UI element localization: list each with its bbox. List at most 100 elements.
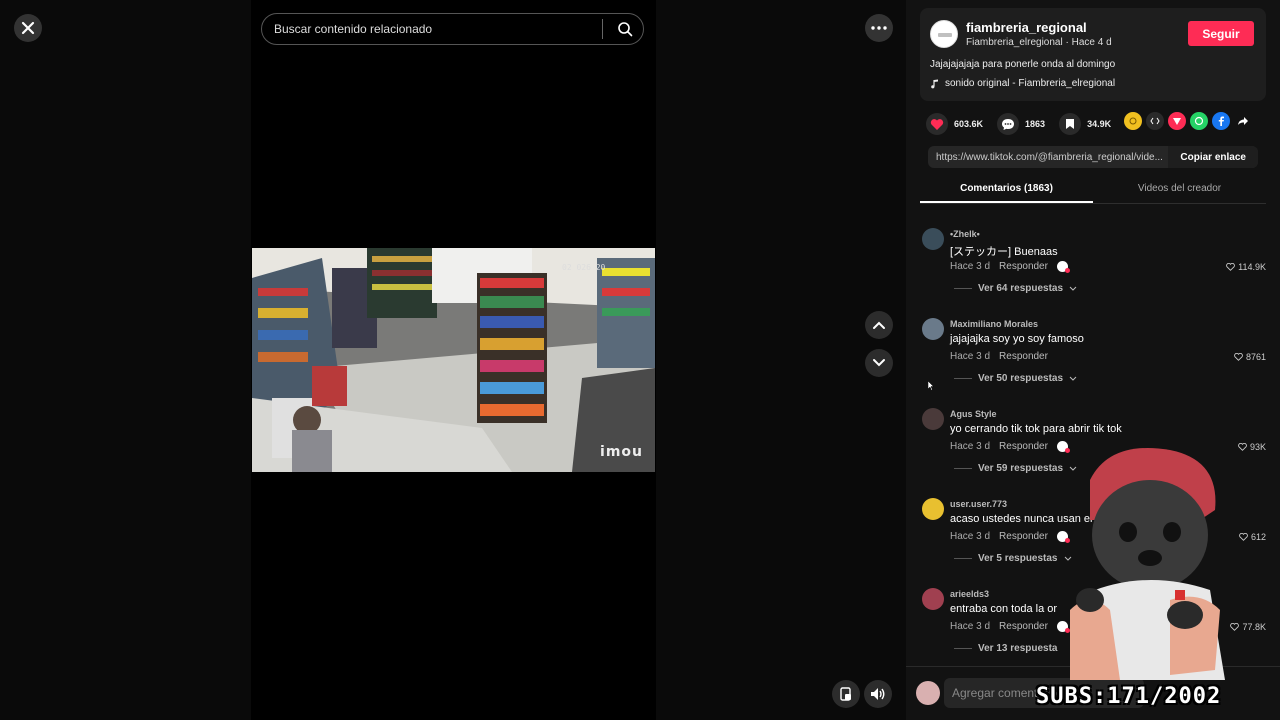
reply-button[interactable]: Responder <box>999 441 1048 452</box>
previous-video-button[interactable] <box>865 311 893 339</box>
app-root: 02 026 20 imou fiambreria_regional Fiamb… <box>0 0 1280 720</box>
copy-link-button[interactable]: Copiar enlace <box>1168 146 1258 168</box>
comment-avatar[interactable] <box>922 318 944 340</box>
comment-text: jajajajka soy yo soy famoso <box>950 333 1084 345</box>
video-player[interactable]: 02 026 20 imou <box>252 248 655 472</box>
comment-like-count: 77.8K <box>1242 622 1266 632</box>
comment-avatar[interactable] <box>922 498 944 520</box>
heart-outline-icon <box>1234 353 1243 361</box>
comment-avatar[interactable] <box>922 228 944 250</box>
heart-icon <box>930 118 944 130</box>
music-note-icon <box>931 79 938 88</box>
replies-divider <box>954 378 972 379</box>
comment-username[interactable]: Agus Style <box>950 409 997 419</box>
reply-button[interactable]: Responder <box>999 261 1048 272</box>
comment-like-count: 93K <box>1249 442 1266 452</box>
facebook-icon <box>1218 116 1224 126</box>
comment-like-count: 8761 <box>1245 352 1266 362</box>
comment-like-button[interactable]: 93K <box>1238 442 1266 452</box>
panel-tabs: Comentarios (1863) Videos del creador <box>920 176 1266 204</box>
comment-text: [ステッカー] Buenaas <box>950 246 1058 258</box>
subs-counter-overlay: SUBS:171/2002 <box>1036 684 1222 709</box>
comment-avatar[interactable] <box>922 588 944 610</box>
replies-divider <box>954 558 972 559</box>
chevron-down-icon <box>1069 286 1077 291</box>
floating-player-icon <box>840 687 851 701</box>
view-replies-label: Ver 5 respuestas <box>978 553 1058 564</box>
more-share-button[interactable] <box>1234 112 1252 130</box>
view-replies-label: Ver 64 respuestas <box>978 283 1064 294</box>
comment-username[interactable]: user.user.773 <box>950 499 1007 509</box>
like-button[interactable] <box>926 113 948 135</box>
volume-button[interactable] <box>864 680 892 708</box>
tab-creator-videos[interactable]: Videos del creador <box>1093 176 1266 203</box>
store-scene: 02 026 20 <box>252 248 655 472</box>
reply-button[interactable]: Responder <box>999 351 1048 362</box>
heart-outline-icon <box>1226 263 1235 271</box>
comment-button[interactable] <box>997 113 1020 135</box>
comment-like-count: 114.9K <box>1238 262 1266 272</box>
heart-outline-icon <box>1239 533 1248 541</box>
save-action[interactable]: 34.9K <box>1059 113 1111 135</box>
view-replies-button[interactable]: Ver 13 respuesta <box>954 643 1058 654</box>
share-friends-button[interactable] <box>1124 112 1142 130</box>
facebook-button[interactable] <box>1212 112 1230 130</box>
save-button[interactable] <box>1059 113 1082 135</box>
comment-like-button[interactable]: 612 <box>1239 532 1266 542</box>
whatsapp-button[interactable] <box>1190 112 1208 130</box>
view-replies-button[interactable]: Ver 64 respuestas <box>954 283 1077 294</box>
author-username[interactable]: fiambreria_regional <box>966 20 1087 35</box>
comment-time: Hace 3 d <box>950 441 991 452</box>
chevron-down-icon <box>873 359 885 367</box>
comment-username[interactable]: Maximiliano Morales <box>950 319 1038 329</box>
video-url[interactable]: https://www.tiktok.com/@fiambreria_regio… <box>928 152 1168 163</box>
comment-time: Hace 3 d <box>950 351 991 362</box>
music-title: sonido original - Fiambreria_elregional <box>945 78 1116 89</box>
like-action[interactable]: 603.6K <box>926 113 983 135</box>
comment-username[interactable]: •Zhelk• <box>950 229 980 239</box>
tab-comments[interactable]: Comentarios (1863) <box>920 176 1093 203</box>
follow-button[interactable]: Seguir <box>1188 21 1254 46</box>
comment-time: Hace 3 d <box>950 621 991 632</box>
author-avatar[interactable] <box>930 20 958 48</box>
search-input[interactable] <box>274 22 602 36</box>
comment-action[interactable]: 1863 <box>997 113 1045 135</box>
video-viewer: 02 026 20 imou <box>0 0 906 720</box>
author-card: fiambreria_regional Fiambreria_elregiona… <box>920 8 1266 101</box>
save-count: 34.9K <box>1087 119 1112 129</box>
next-video-button[interactable] <box>865 349 893 377</box>
comment-item: Maximiliano Morales jajajajka soy yo soy… <box>922 305 1276 391</box>
close-button[interactable] <box>14 14 42 42</box>
send-icon <box>1173 118 1181 125</box>
author-display-name[interactable]: Fiambreria_elregional <box>966 37 1063 48</box>
comment-like-button[interactable]: 8761 <box>1234 352 1266 362</box>
comment-meta: Hace 3 d Responder <box>950 351 1048 362</box>
comment-avatar[interactable] <box>922 408 944 430</box>
post-time: Hace 4 d <box>1071 37 1112 48</box>
comment-like-button[interactable]: 114.9K <box>1226 262 1266 272</box>
mouse-cursor <box>928 381 934 391</box>
streamer-avatar-overlay <box>1070 448 1225 680</box>
comment-time: Hace 3 d <box>950 531 991 542</box>
post-description: Jajajajajaja para ponerle onda al doming… <box>930 59 1116 70</box>
comment-icon <box>1002 118 1015 130</box>
video-watermark: imou <box>600 444 643 460</box>
reply-button[interactable]: Responder <box>999 531 1048 542</box>
comment-count: 1863 <box>1025 119 1046 129</box>
reply-button[interactable]: Responder <box>999 621 1048 632</box>
comment-username[interactable]: arieelds3 <box>950 589 989 599</box>
view-replies-label: Ver 50 respuestas <box>978 373 1064 384</box>
floating-player-button[interactable] <box>832 680 860 708</box>
author-logo <box>938 33 952 37</box>
friends-icon <box>1129 117 1137 125</box>
send-button[interactable] <box>1168 112 1186 130</box>
embed-button[interactable] <box>1146 112 1164 130</box>
video-timestamp: 02 026 20 <box>562 263 606 272</box>
more-options-button[interactable] <box>865 14 893 42</box>
bookmark-icon <box>1066 119 1075 129</box>
replies-divider <box>954 648 972 649</box>
view-replies-button[interactable]: Ver 50 respuestas <box>954 373 1077 384</box>
music-link[interactable]: sonido original - Fiambreria_elregional <box>930 78 1115 89</box>
share-icons <box>1124 112 1252 130</box>
search-button[interactable] <box>611 15 639 43</box>
